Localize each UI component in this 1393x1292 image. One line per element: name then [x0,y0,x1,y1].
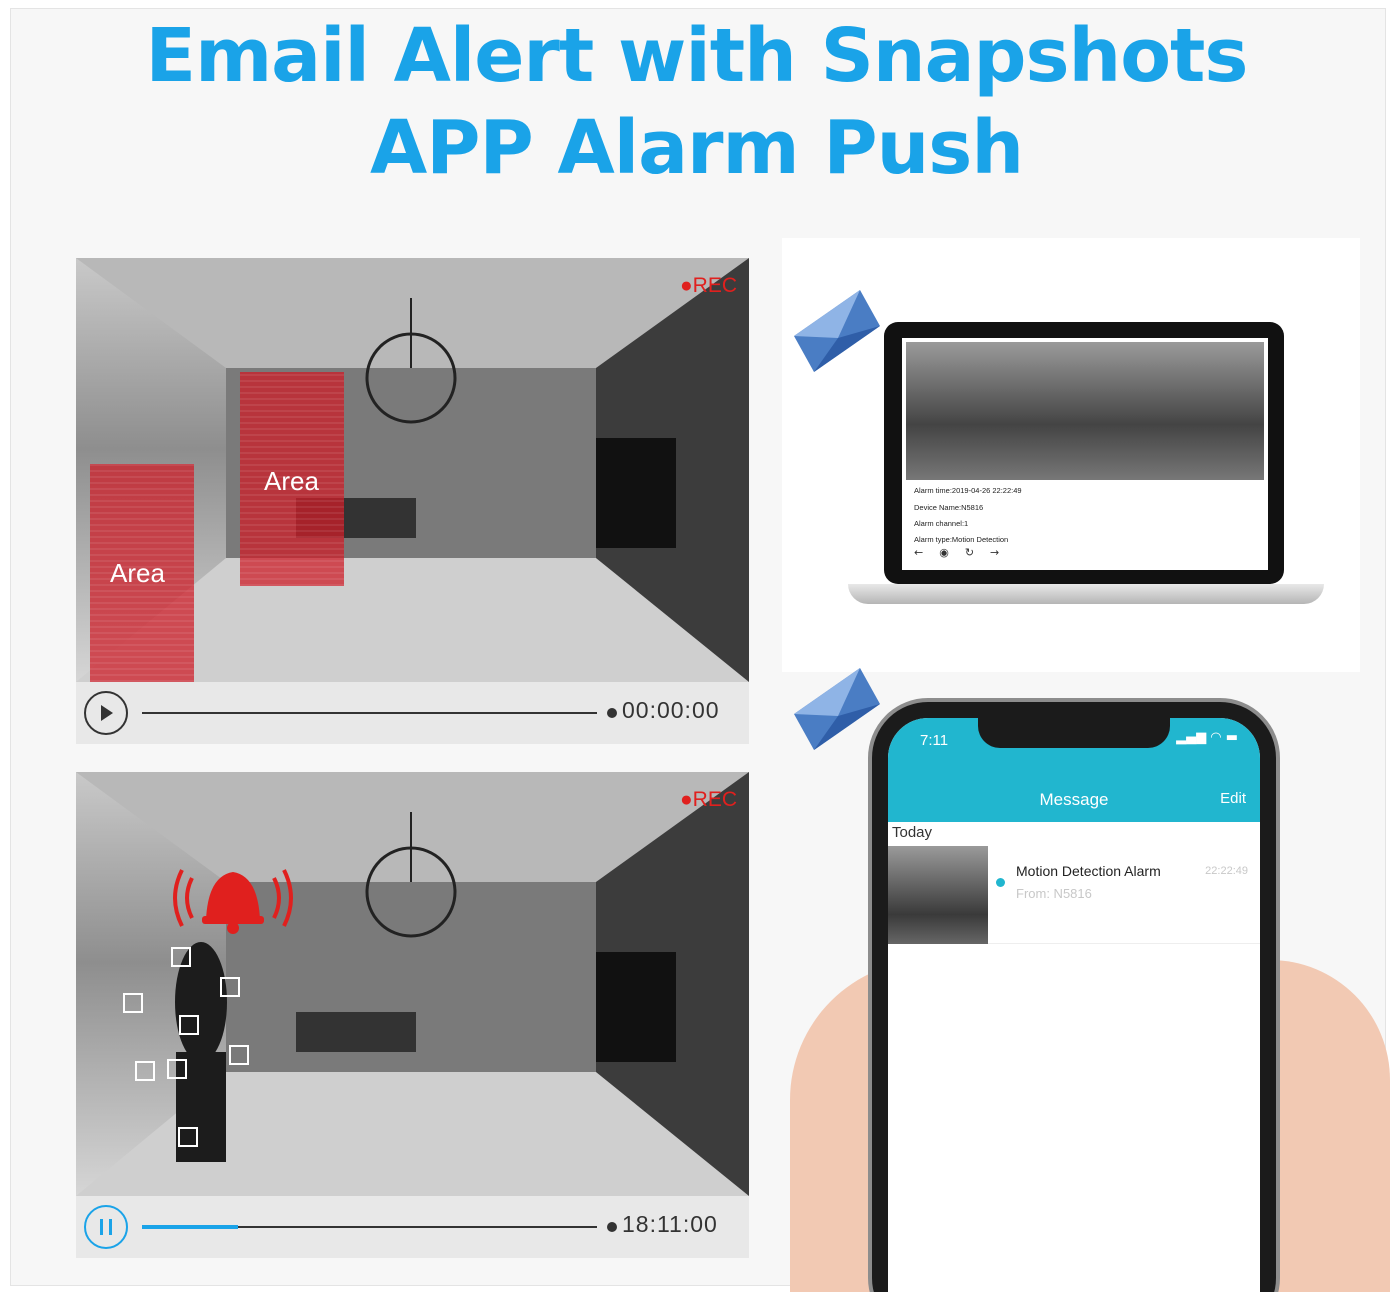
forward-arrow-icon[interactable]: → [990,546,1015,559]
rec-indicator: ●REC [679,788,737,811]
rec-indicator: ●REC [679,274,737,297]
status-time: 7:11 [920,732,949,749]
player-controls-bottom: 18:11:00 [76,1196,749,1258]
list-item-message[interactable]: Motion Detection Alarm 22:22:49 From: N5… [888,846,1260,944]
headline-line-2: APP Alarm Push [369,105,1024,191]
email-toolbar: ←◉↻→ [914,546,1015,559]
app-title: Message [1039,790,1109,809]
edit-button[interactable]: Edit [1220,790,1246,807]
device-name-line: Device Name:N5816 [914,503,984,512]
progress-fill [142,1225,238,1229]
progress-dot [607,1222,617,1232]
status-icons: ▂▄▆ ◠ ▬ [1176,730,1238,745]
camera-view-bottom: ●REC [76,772,749,1196]
email-screen: Alarm time:2019-04-26 22:22:49 Device Na… [902,338,1268,570]
headline: Email Alert with Snapshots APP Alarm Pus… [0,10,1393,194]
alarm-type-line: Alarm type:Motion Detection [914,535,1009,544]
progress-track[interactable] [142,712,597,714]
back-arrow-icon[interactable]: ← [914,546,939,559]
message-thumbnail [888,846,988,944]
wifi-icon: ◠ [1210,730,1222,745]
pause-icon [100,1219,112,1235]
playback-time: 18:11:00 [622,1211,718,1237]
replay-icon[interactable]: ↻ [965,546,990,559]
envelope-icon [794,290,880,372]
alarm-channel-line: Alarm channel:1 [914,519,969,528]
camera-view-top: ●REC Area Area [76,258,749,682]
pause-button[interactable] [84,1205,128,1249]
play-button[interactable] [84,691,128,735]
battery-icon: ▬ [1225,730,1238,745]
message-time: 22:22:49 [1205,865,1248,877]
headline-line-1: Email Alert with Snapshots [145,13,1249,99]
message-title: Motion Detection Alarm [1016,863,1161,879]
playback-time: 00:00:00 [622,697,720,723]
unread-dot [996,878,1005,887]
signal-icon: ▂▄▆ [1176,730,1207,745]
app-header: 7:11 ▂▄▆ ◠ ▬ Message Edit [888,718,1260,822]
detection-area-label-2: Area [264,466,319,496]
section-header-today: Today [892,824,933,841]
email-snapshot-image [906,342,1264,480]
detection-area-label-1: Area [110,558,165,588]
alarm-time-line: Alarm time:2019-04-26 22:22:49 [914,486,1022,495]
play-icon [101,705,113,721]
progress-dot [607,708,617,718]
bell-alarm-icon [173,869,293,934]
room-illustration-alarm [76,772,749,1196]
phone-screen: 7:11 ▂▄▆ ◠ ▬ Message Edit Today Motion D… [888,718,1260,1292]
camera-icon[interactable]: ◉ [939,546,965,559]
laptop-base [848,584,1324,604]
progress-track[interactable] [142,1225,597,1229]
message-from: From: N5816 [1016,886,1092,901]
player-controls-top: 00:00:00 [76,682,749,744]
phone-notch [978,718,1170,748]
